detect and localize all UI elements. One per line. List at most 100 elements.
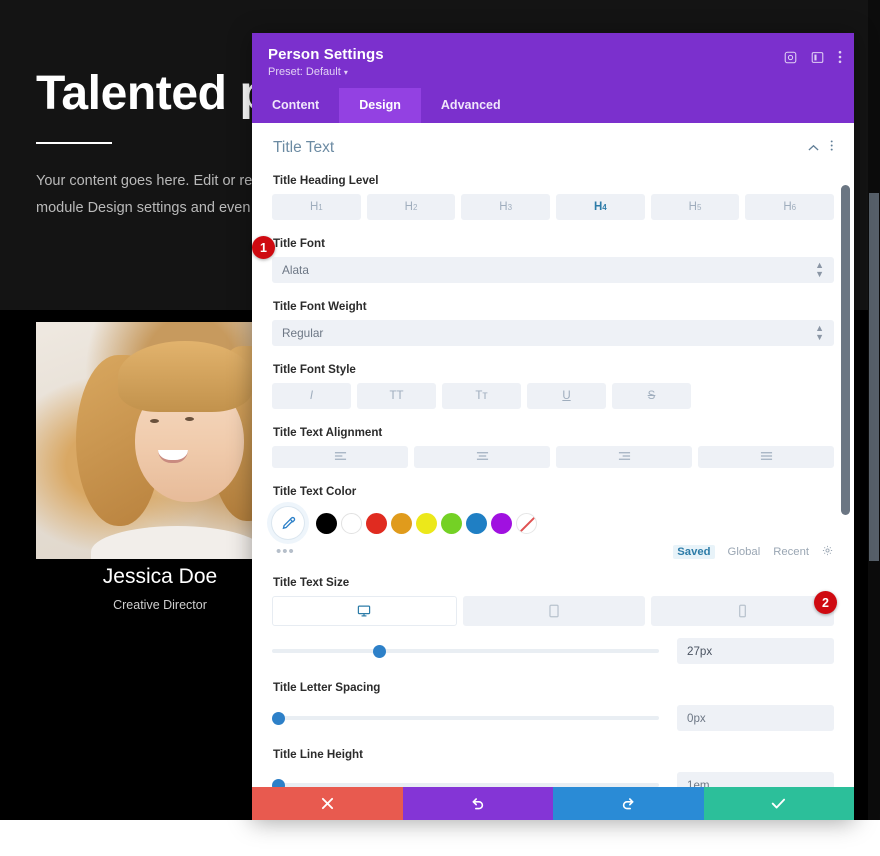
modal-scrollbar[interactable]: [841, 123, 852, 787]
gear-icon[interactable]: [822, 545, 833, 559]
swatch-transparent[interactable]: [516, 512, 537, 534]
align-left-button[interactable]: [272, 446, 408, 468]
h1-num: 1: [318, 202, 323, 212]
cancel-button[interactable]: [252, 787, 403, 820]
align-justify-button[interactable]: [698, 446, 834, 468]
swatch-purple[interactable]: [491, 512, 512, 534]
font-style-italic[interactable]: I: [272, 383, 351, 409]
font-style-options: I TT Tᴛ U S: [272, 383, 834, 409]
tab-content[interactable]: Content: [252, 88, 339, 123]
heading-level-h3[interactable]: H3: [461, 194, 551, 220]
heading-level-h2[interactable]: H2: [366, 194, 456, 220]
photo-hair-top: [117, 340, 252, 413]
tab-advanced[interactable]: Advanced: [421, 88, 521, 123]
font-style-uppercase[interactable]: TT: [357, 383, 436, 409]
photo-eye-right: [184, 416, 194, 421]
swatch-red[interactable]: [366, 512, 387, 534]
field-title-letter-spacing: Title Letter Spacing 0px: [272, 677, 834, 744]
font-style-capitalize[interactable]: Tᴛ: [442, 383, 521, 409]
title-line-height-label: Title Line Height: [273, 748, 363, 761]
layout-icon[interactable]: [811, 51, 824, 64]
slider-knob[interactable]: [272, 712, 285, 725]
redo-icon: [622, 798, 634, 810]
swatch-blue[interactable]: [466, 512, 487, 534]
slider-knob[interactable]: [272, 779, 285, 787]
palette-tab-global[interactable]: Global: [728, 546, 761, 558]
heading-level-h5[interactable]: H5: [650, 194, 740, 220]
chevron-up-icon[interactable]: [808, 139, 819, 157]
target-icon[interactable]: [784, 51, 797, 64]
page-scrollbar-thumb[interactable]: [869, 193, 879, 561]
title-font-weight-label: Title Font Weight: [273, 300, 367, 313]
swatch-black[interactable]: [316, 512, 337, 534]
text-size-slider-row: 27px: [272, 626, 834, 664]
field-title-text-size: Title Text Size 27px: [272, 572, 835, 677]
title-line-height-value[interactable]: 1em: [677, 772, 834, 787]
section-title-text[interactable]: Title Text: [272, 123, 834, 170]
text-alignment-options: [272, 446, 834, 468]
section-title-label: Title Text: [273, 139, 335, 156]
swatch-green[interactable]: [441, 512, 462, 534]
title-font-weight-value: Regular: [282, 326, 324, 340]
heading-level-h6[interactable]: H6: [745, 194, 835, 220]
align-right-button[interactable]: [556, 446, 692, 468]
header-icon-group: [784, 50, 842, 64]
undo-icon: [472, 798, 484, 810]
swatch-yellow[interactable]: [416, 512, 437, 534]
field-title-heading-level: Title Heading Level H1 H2 H3 H4 H5 H6: [272, 170, 835, 233]
tab-design[interactable]: Design: [339, 88, 421, 123]
italic-icon: I: [309, 390, 314, 402]
palette-tab-saved[interactable]: Saved: [673, 545, 715, 559]
field-title-font: Title Font Alata ▲ ▼: [272, 233, 834, 296]
title-letter-spacing-value[interactable]: 0px: [677, 705, 834, 731]
more-vertical-icon[interactable]: [838, 50, 842, 64]
palette-tab-recent[interactable]: Recent: [773, 546, 809, 558]
font-style-underline[interactable]: U: [527, 383, 606, 409]
letter-spacing-slider[interactable]: [272, 710, 659, 726]
photo-shoulder: [90, 525, 265, 559]
undo-button[interactable]: [402, 787, 553, 820]
align-justify-icon: [760, 451, 773, 464]
color-footer: ••• Saved Global Recent: [272, 539, 834, 559]
font-style-strikethrough[interactable]: S: [612, 383, 691, 409]
swatch-orange[interactable]: [391, 512, 412, 534]
save-button[interactable]: [703, 787, 854, 820]
slider-track: [272, 716, 659, 720]
heading-level-h4[interactable]: H4: [556, 194, 645, 220]
page-scrollbar[interactable]: [868, 0, 880, 820]
title-font-weight-select[interactable]: Regular ▲ ▼: [272, 320, 834, 346]
section-tools: [808, 139, 833, 157]
chevron-updown-icon: ▲ ▼: [815, 260, 824, 279]
text-size-slider[interactable]: [272, 643, 659, 659]
h3-num: 3: [507, 202, 513, 212]
section-more-vertical-icon[interactable]: [830, 139, 833, 157]
strikethrough-icon: S: [647, 390, 656, 402]
slider-knob[interactable]: [372, 645, 386, 658]
annotation-badge-1: 1: [252, 236, 275, 259]
line-height-slider-row: 1em: [272, 768, 834, 787]
phone-icon[interactable]: [651, 596, 835, 626]
title-text-size-value[interactable]: 27px: [677, 638, 834, 664]
align-left-icon: [334, 451, 347, 464]
h6-num: 6: [791, 202, 797, 212]
heading-level-h1[interactable]: H1: [272, 194, 361, 220]
eyedropper-icon[interactable]: [272, 507, 304, 539]
align-right-icon: [618, 451, 631, 464]
line-height-slider[interactable]: [272, 777, 659, 787]
preset-selector[interactable]: Preset: Default ▾: [268, 66, 838, 78]
title-font-select[interactable]: Alata ▲ ▼: [272, 257, 834, 283]
align-center-icon: [476, 451, 489, 464]
modal-scrollbar-thumb[interactable]: [841, 185, 850, 515]
redo-button[interactable]: [553, 787, 704, 820]
settings-list: Title Text Title Heading Level H 1 H 2 H…: [252, 123, 854, 787]
screen: Talented peo Your content goes here. Edi…: [0, 0, 880, 856]
tablet-icon[interactable]: [462, 596, 646, 626]
desktop-icon[interactable]: [272, 596, 457, 626]
more-colors-icon[interactable]: •••: [276, 544, 295, 559]
divider: [36, 142, 112, 144]
align-center-button[interactable]: [414, 446, 550, 468]
h2-num: 2: [412, 202, 418, 212]
person-settings-modal: Person Settings Preset: Default ▾ Conten…: [252, 33, 854, 820]
swatch-white[interactable]: [341, 512, 362, 534]
slider-track: [272, 649, 659, 653]
